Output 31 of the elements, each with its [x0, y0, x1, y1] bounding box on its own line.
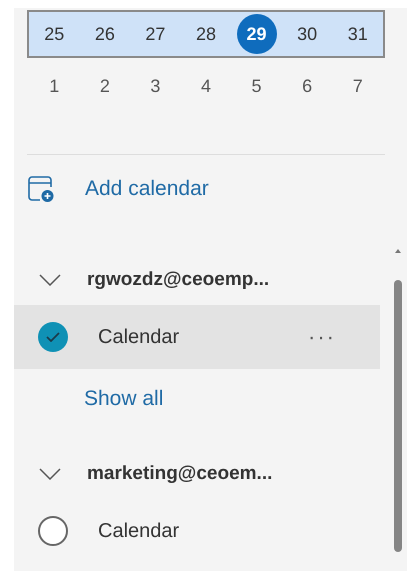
calendar-day[interactable]: 3 — [135, 66, 176, 106]
calendar-day[interactable]: 4 — [186, 66, 226, 106]
calendar-day[interactable]: 6 — [287, 66, 328, 106]
scroll-up-icon[interactable] — [394, 248, 402, 254]
chevron-icon — [39, 274, 61, 286]
calendar-day[interactable]: 26 — [84, 14, 125, 54]
calendar-row[interactable]: Calendar — [14, 499, 380, 563]
calendar-row[interactable]: Calendar ··· — [14, 305, 380, 369]
chevron-icon — [39, 468, 61, 480]
calendar-day[interactable]: 2 — [84, 66, 125, 106]
checkbox[interactable] — [38, 322, 68, 352]
add-calendar-button[interactable]: Add calendar — [27, 175, 380, 203]
calendar-day[interactable]: 29 — [236, 14, 277, 54]
calendar-day[interactable]: 1 — [34, 66, 74, 106]
calendar-name: Calendar — [98, 520, 180, 542]
calendar-day[interactable]: 30 — [287, 14, 328, 54]
calendar-day[interactable]: 7 — [338, 66, 378, 106]
show-all-link[interactable]: Show all — [84, 387, 164, 411]
calendar-day[interactable]: 27 — [135, 14, 176, 54]
account-header[interactable]: rgwozdz@ceoemp... — [14, 255, 380, 305]
calendar-day[interactable]: 28 — [186, 14, 226, 54]
checkbox[interactable] — [38, 516, 68, 546]
account-header[interactable]: marketing@ceoem... — [14, 449, 380, 499]
checkmark-icon — [46, 332, 60, 342]
scrollbar-thumb[interactable] — [394, 280, 402, 552]
calendar-name: Calendar — [98, 326, 180, 348]
calendar-day[interactable]: 25 — [34, 14, 74, 54]
calendar-add-icon — [27, 175, 55, 203]
more-button[interactable]: ··· — [308, 324, 336, 350]
calendar-day[interactable]: 5 — [236, 66, 277, 106]
calendar-day[interactable]: 31 — [338, 14, 378, 54]
